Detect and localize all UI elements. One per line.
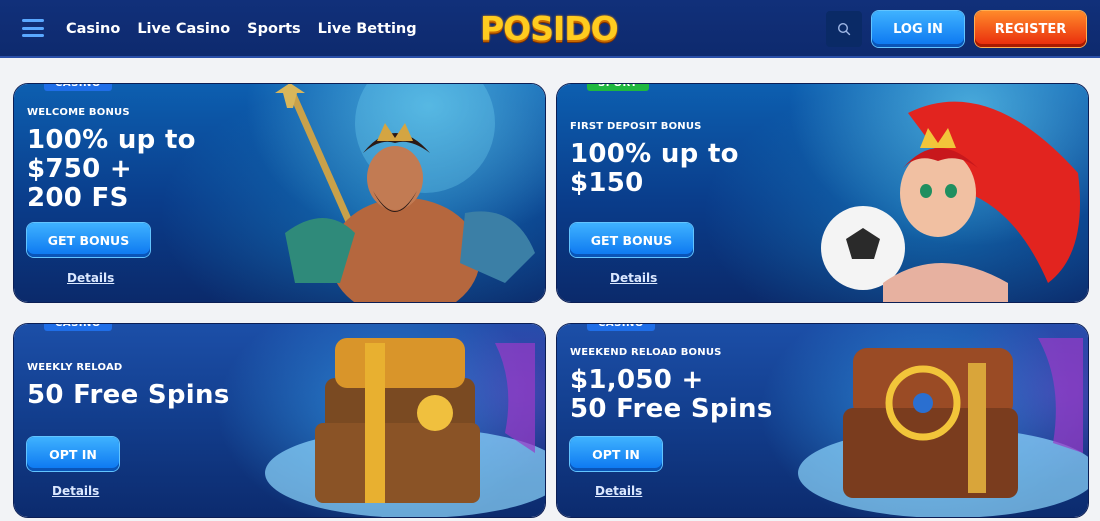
nav-casino[interactable]: Casino [66,21,120,37]
treasure-chest-illustration [265,338,545,517]
treasure-chest-illustration [798,338,1088,517]
details-link[interactable]: Details [67,271,114,285]
get-bonus-button[interactable]: GET BONUS [27,223,150,257]
card-tag: CASINO [44,324,112,331]
details-link[interactable]: Details [595,484,642,498]
card-eyebrow: WEEKLY RELOAD [27,362,123,373]
card-tag: CASINO [44,84,112,91]
card-eyebrow: FIRST DEPOSIT BONUS [570,121,702,132]
top-header: Casino Live Casino Sports Live Betting P… [0,0,1100,58]
details-link[interactable]: Details [610,271,657,285]
card-tag: CASINO [587,324,655,331]
nav-live-casino[interactable]: Live Casino [137,21,230,37]
login-button[interactable]: LOG IN [872,11,964,47]
main-nav: Casino Live Casino Sports Live Betting [66,0,417,58]
card-headline: 50 Free Spins [27,380,230,410]
opt-in-button[interactable]: OPT IN [570,437,662,471]
promo-card-sport: SPORT FIRST DEPOSIT BONUS 100% up to $15… [556,83,1089,303]
hamburger-menu-icon[interactable] [22,19,44,37]
search-icon [837,22,851,36]
card-eyebrow: WELCOME BONUS [27,107,130,118]
nav-live-betting[interactable]: Live Betting [318,21,417,37]
details-link[interactable]: Details [52,484,99,498]
opt-in-button[interactable]: OPT IN [27,437,119,471]
poseidon-illustration [275,84,535,302]
promo-card-welcome: CASINO WELCOME BONUS 100% up to $750 + 2… [13,83,546,303]
mermaid-illustration [821,101,1080,302]
promo-card-weekly-reload: CASINO WEEKLY RELOAD 50 Free Spins OPT I… [13,323,546,518]
register-button[interactable]: REGISTER [975,11,1086,47]
search-button[interactable] [826,11,862,47]
promo-card-weekend-reload: CASINO WEEKEND RELOAD BONUS $1,050 + 50 … [556,323,1089,518]
card-headline: 100% up to $150 [570,139,739,198]
card-headline: 100% up to $750 + 200 FS [27,125,196,213]
site-logo[interactable]: POSIDO [480,9,619,49]
card-tag: SPORT [587,84,649,91]
get-bonus-button[interactable]: GET BONUS [570,223,693,257]
card-eyebrow: WEEKEND RELOAD BONUS [570,347,722,358]
nav-sports[interactable]: Sports [247,21,301,37]
card-headline: $1,050 + 50 Free Spins [570,365,773,424]
